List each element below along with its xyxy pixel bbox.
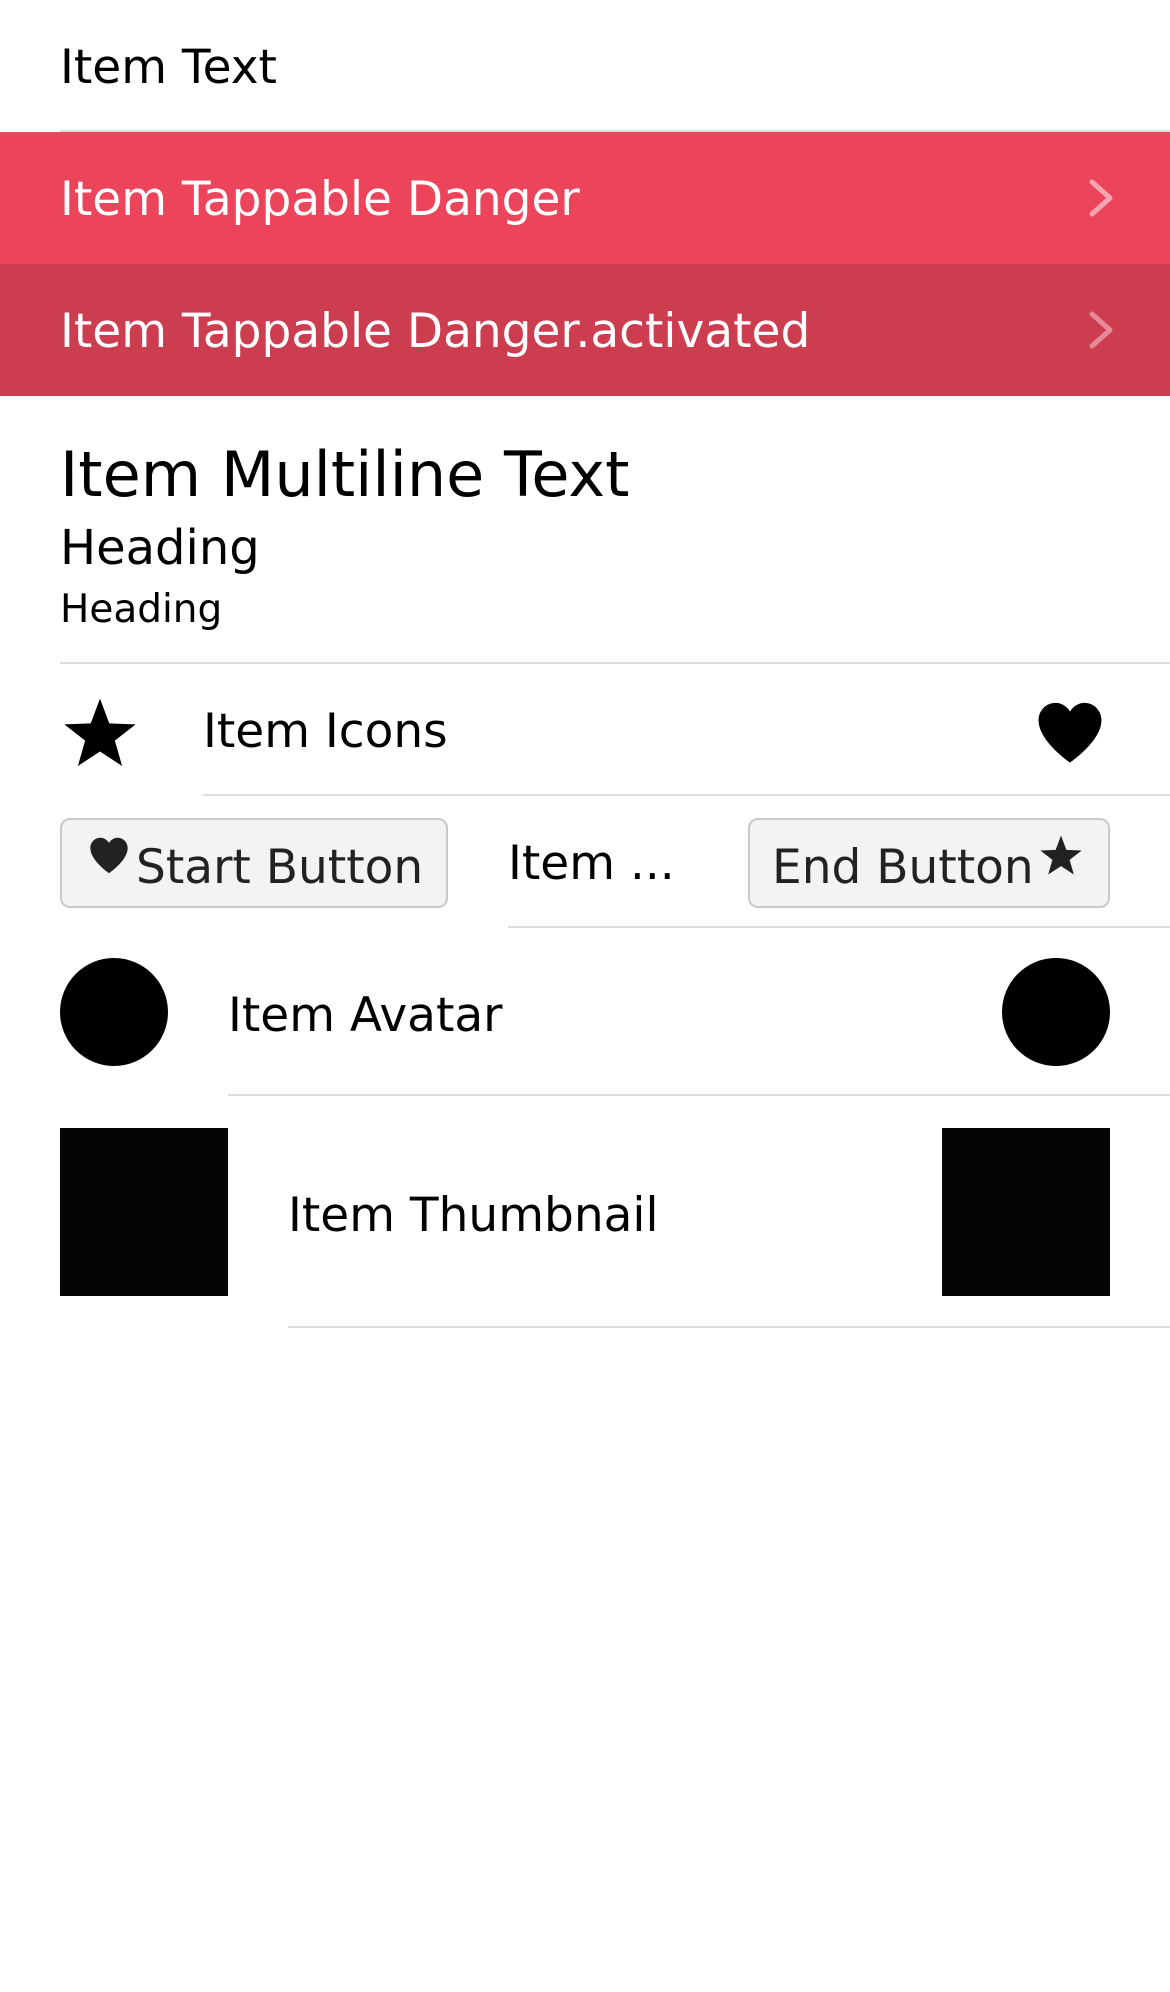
item-avatar[interactable]: Item Avatar bbox=[0, 928, 1170, 1096]
item-buttons-label: Item ... bbox=[508, 836, 675, 891]
chevron-right-icon bbox=[1089, 311, 1113, 349]
item-icons[interactable]: Item Icons bbox=[0, 664, 1170, 796]
end-button-label: End Button bbox=[772, 840, 1034, 895]
item-multiline-text[interactable]: Item Multiline Text Heading Heading bbox=[0, 396, 1170, 664]
heart-icon bbox=[1038, 702, 1102, 763]
star-icon bbox=[64, 698, 136, 767]
item-avatar-label: Item Avatar bbox=[228, 988, 503, 1043]
item-text-label: Item Text bbox=[60, 40, 277, 95]
item-tappable-danger-label: Item Tappable Danger bbox=[60, 172, 580, 227]
start-button-label: Start Button bbox=[136, 840, 424, 895]
item-icons-label: Item Icons bbox=[203, 704, 448, 759]
thumbnail-end bbox=[942, 1128, 1110, 1296]
item-tappable-danger-activated[interactable]: Item Tappable Danger.activated bbox=[0, 264, 1170, 396]
item-tappable-danger[interactable]: Item Tappable Danger bbox=[0, 132, 1170, 264]
item-buttons: Start Button Item ... End Button bbox=[0, 796, 1170, 928]
divider bbox=[288, 1326, 1170, 1328]
item-thumbnail[interactable]: Item Thumbnail bbox=[0, 1096, 1170, 1328]
heart-icon bbox=[90, 837, 128, 874]
avatar-end bbox=[1002, 958, 1110, 1066]
item-thumbnail-label: Item Thumbnail bbox=[288, 1188, 659, 1243]
end-button[interactable]: End Button bbox=[748, 818, 1110, 908]
thumbnail-start bbox=[60, 1128, 228, 1296]
item-multiline-title: Item Multiline Text bbox=[60, 438, 630, 511]
item-tappable-danger-activated-label: Item Tappable Danger.activated bbox=[60, 304, 811, 359]
avatar-start bbox=[60, 958, 168, 1066]
star-icon bbox=[1040, 835, 1082, 875]
chevron-right-icon bbox=[1089, 179, 1113, 217]
item-multiline-heading-1: Heading bbox=[60, 520, 260, 576]
item-text[interactable]: Item Text bbox=[0, 0, 1170, 132]
start-button[interactable]: Start Button bbox=[60, 818, 448, 908]
item-multiline-heading-2: Heading bbox=[60, 587, 223, 632]
